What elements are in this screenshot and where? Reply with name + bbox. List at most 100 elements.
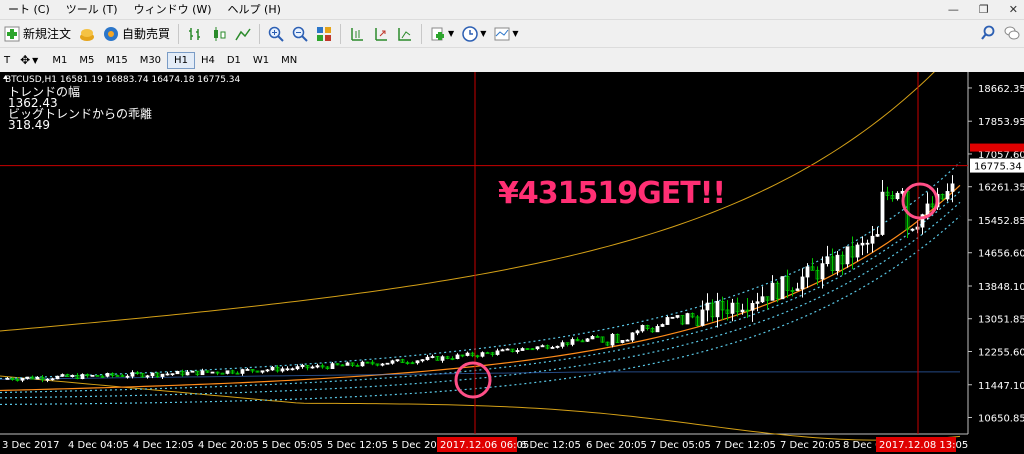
candle-body: [310, 366, 315, 369]
price-tick-label: 13051.85: [978, 315, 1024, 326]
candle-body: [945, 191, 950, 200]
market-watch-button[interactable]: [75, 23, 99, 45]
templates-dropdown-icon[interactable]: ▼: [512, 29, 518, 38]
lower-envelope-line: [0, 375, 961, 441]
time-marker-label: 2017.12.06 06:05: [440, 440, 529, 451]
time-tick-label: 7 Dec 20:05: [780, 440, 841, 451]
time-tick-label: 8 Dec 0: [843, 440, 881, 451]
clock-icon[interactable]: [462, 25, 478, 42]
candle-body: [225, 370, 230, 374]
time-tick-label: 5 Dec 05:05: [262, 440, 323, 451]
candle-body: [500, 349, 505, 352]
indicators-icon[interactable]: [430, 26, 446, 42]
candle-body: [910, 228, 915, 231]
candle-body: [825, 256, 830, 265]
candle-body: [130, 372, 135, 377]
candle-body: [390, 360, 395, 364]
candle-body: [200, 370, 205, 376]
timeframe-m30[interactable]: M30: [134, 53, 167, 68]
timeframe-m15[interactable]: M15: [100, 53, 133, 68]
candle-body: [750, 303, 755, 311]
candle-body: [795, 288, 800, 291]
candle-body: [730, 302, 735, 314]
timeframe-m5[interactable]: M5: [73, 53, 100, 68]
chart-shift-icon[interactable]: [349, 26, 365, 42]
menu-chart[interactable]: ート (C): [0, 1, 58, 17]
time-marker-label: 2017.12.08 13:05: [879, 440, 968, 451]
candle-body: [425, 356, 430, 361]
candle-body: [125, 375, 130, 378]
text-tool-icon[interactable]: T: [0, 55, 14, 66]
candle-body: [845, 246, 850, 265]
new-order-icon: [4, 26, 20, 41]
price-chart[interactable]: 18662.35 17853.95 17057.60 16261.35 15452.85…: [0, 72, 1024, 454]
period-separator-icon[interactable]: [397, 26, 413, 42]
candle-body: [60, 374, 65, 377]
candle-body: [80, 374, 85, 380]
close-button[interactable]: ✕: [1009, 3, 1018, 16]
toolbar-separator: [421, 23, 423, 44]
time-tick-label: 7 Dec 12:05: [715, 440, 776, 451]
timeframe-m1[interactable]: M1: [46, 53, 73, 68]
candle-body: [160, 373, 165, 377]
search-icon[interactable]: [980, 25, 996, 41]
candle-body: [640, 325, 645, 332]
timeframe-h1[interactable]: H1: [167, 51, 195, 69]
candle-body: [145, 375, 150, 378]
tile-windows-icon[interactable]: [316, 26, 332, 42]
candle-body: [700, 309, 705, 326]
candle-body: [20, 378, 25, 381]
restore-button[interactable]: ❐: [979, 3, 989, 16]
menu-help[interactable]: ヘルプ (H): [220, 1, 289, 17]
new-order-label: 新規注文: [23, 27, 72, 41]
candle-body: [150, 372, 155, 377]
bar-chart-icon[interactable]: [187, 26, 203, 42]
timeframe-mn[interactable]: MN: [275, 53, 303, 68]
price-tick-label: 17853.95: [978, 117, 1024, 128]
candle-body: [535, 346, 540, 350]
candle-body: [210, 371, 215, 374]
zoom-in-icon[interactable]: [268, 26, 284, 42]
timeframe-h4[interactable]: H4: [195, 53, 221, 68]
menu-window[interactable]: ウィンドウ (W): [126, 1, 220, 17]
candle-body: [625, 339, 630, 342]
candlestick-icon[interactable]: [211, 26, 227, 42]
indicators-dropdown-icon[interactable]: ▼: [448, 29, 454, 38]
candle-body: [45, 378, 50, 381]
candle-body: [270, 366, 275, 371]
moving-average-line: [0, 184, 961, 392]
candle-body: [290, 368, 295, 371]
minimize-button[interactable]: —: [948, 3, 959, 16]
candle-body: [380, 363, 385, 366]
autoscroll-icon[interactable]: [373, 26, 389, 42]
candle-body: [835, 254, 840, 272]
time-tick-label: 4 Dec 20:05: [198, 440, 259, 451]
candle-body: [90, 374, 95, 377]
candle-body: [190, 370, 195, 373]
candle-body: [415, 360, 420, 364]
arrows-dropdown-icon[interactable]: ▼: [32, 56, 46, 65]
deviation-band-line: [0, 190, 961, 394]
candle-body: [860, 242, 865, 246]
candle-body: [925, 203, 930, 216]
candle-body: [950, 183, 955, 192]
new-order-button[interactable]: 新規注文: [0, 23, 75, 45]
periods-dropdown-icon[interactable]: ▼: [480, 29, 486, 38]
line-chart-icon[interactable]: [235, 26, 251, 42]
candle-body: [550, 347, 555, 349]
candle-body: [740, 309, 745, 313]
menu-tools[interactable]: ツール (T): [58, 1, 126, 17]
chat-icon[interactable]: [1004, 25, 1020, 41]
candle-body: [880, 191, 885, 235]
candle-body: [670, 316, 675, 319]
timeframe-d1[interactable]: D1: [221, 53, 247, 68]
candle-body: [555, 345, 560, 348]
templates-icon[interactable]: [494, 26, 510, 42]
zoom-out-icon[interactable]: [292, 26, 308, 42]
candle-body: [805, 266, 810, 278]
timeframe-w1[interactable]: W1: [247, 53, 275, 68]
candle-body: [780, 276, 785, 300]
candle-body: [175, 371, 180, 375]
auto-trade-button[interactable]: 自動売買: [99, 23, 174, 45]
arrows-tool-icon[interactable]: ✥: [14, 53, 32, 67]
